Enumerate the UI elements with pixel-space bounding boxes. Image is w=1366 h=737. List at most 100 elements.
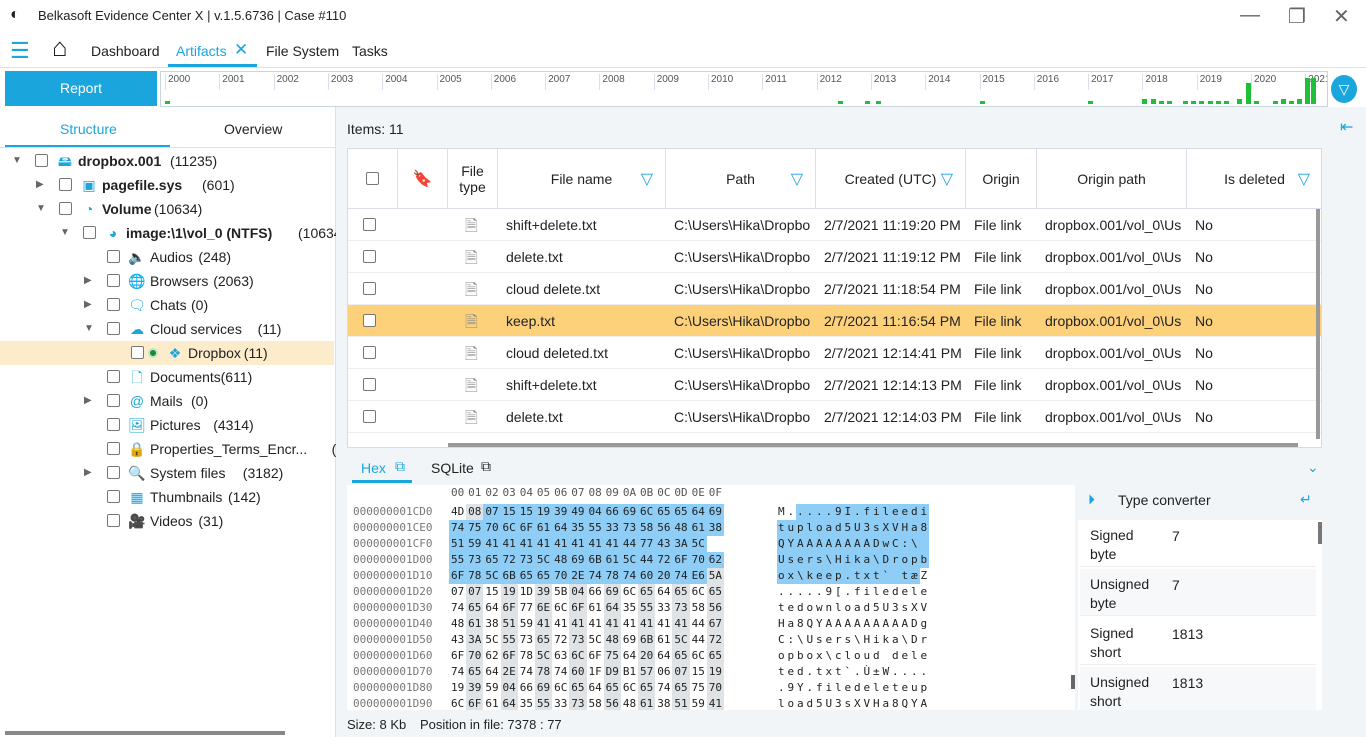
hex-byte[interactable]: 65 [638,680,656,696]
hex-byte[interactable]: 77 [518,600,535,616]
chevron-down-icon[interactable]: ▼ [60,221,70,245]
hex-byte[interactable]: 73 [672,600,690,616]
hex-byte[interactable]: 35 [621,600,638,616]
hex-ascii[interactable]: M.....9I.fileedi [778,504,930,520]
hex-byte[interactable]: 66 [603,504,621,520]
hex-byte[interactable]: 38 [706,520,724,536]
timeline-filter-button[interactable]: ▽ [1331,75,1357,103]
hex-byte[interactable]: 73 [517,552,535,568]
hex-byte[interactable]: 58 [587,696,604,710]
hex-byte[interactable]: 6F [449,568,467,584]
checkbox[interactable] [107,466,120,479]
external-link-icon[interactable]: ⧉ [395,458,405,475]
hex-byte[interactable]: 6F [449,648,466,664]
hex-ascii[interactable]: C:\Users\Hika\Dr [778,632,930,648]
hex-byte[interactable]: 19 [534,504,553,520]
hex-byte[interactable]: 55 [500,632,518,648]
hex-viewer[interactable]: 00 01 02 03 04 05 06 07 08 09 0A 0B 0C 0D 0E 0F 00000000… [347,485,1075,710]
tree-item[interactable]: 🔒Properties_Terms_Encr...(32) [0,437,357,461]
checkbox[interactable] [35,154,48,167]
hex-byte[interactable]: 73 [466,552,484,568]
hex-bytes[interactable]: 19 39 59 04 66 69 6C 65 64 65 6C 65 74 65 75 70 [449,680,724,696]
hex-ascii[interactable]: Users\Hika\Dropb [778,552,930,568]
hex-byte[interactable]: 65 [483,552,501,568]
hex-byte[interactable]: 15 [690,664,707,680]
hex-byte[interactable]: 07 [672,664,690,680]
hex-byte[interactable]: 2E [500,664,518,680]
hex-byte[interactable]: 56 [655,520,673,536]
hex-byte[interactable]: 65 [706,648,724,664]
checkbox[interactable] [107,418,120,431]
horizontal-scrollbar[interactable] [5,731,285,735]
hex-byte[interactable]: 07 [449,584,466,600]
hex-byte[interactable]: 41 [534,616,553,632]
hex-byte[interactable]: 44 [638,552,656,568]
hex-byte[interactable]: 41 [638,616,656,632]
checkbox[interactable] [83,226,96,239]
hex-byte[interactable]: 65 [466,600,484,616]
hex-byte[interactable]: 78 [534,664,553,680]
hex-byte[interactable]: 72 [655,552,673,568]
hex-byte[interactable]: 61 [689,520,707,536]
hex-byte[interactable]: 56 [603,696,621,710]
hex-byte[interactable]: 75 [466,520,484,536]
hex-ascii[interactable]: .9Y.filedeleteup [778,680,930,696]
hex-byte[interactable]: 49 [569,504,587,520]
hex-byte[interactable]: 74 [449,664,466,680]
chevron-right-icon[interactable]: ▶ [36,173,44,197]
hex-byte[interactable]: 6E [534,600,553,616]
hex-byte[interactable]: 15 [500,504,518,520]
hex-byte[interactable]: 64 [655,648,672,664]
chevron-right-icon[interactable]: ▶ [84,293,92,317]
hex-bytes[interactable]: 74 65 64 6F 77 6E 6C 6F 61 64 35 55 33 73 58 56 [449,600,724,616]
hex-byte[interactable]: 57 [638,664,656,680]
hex-byte[interactable]: 04 [586,504,604,520]
collapse-down-icon[interactable]: ⌄ [1307,459,1319,476]
chevron-right-icon[interactable]: ▶ [84,461,92,485]
hex-byte[interactable]: 6F [500,600,518,616]
hex-bytes[interactable]: 74 65 64 2E 74 78 74 60 1F D9 B1 57 06 07 15 19 [449,664,724,680]
hex-byte[interactable]: 69 [620,504,639,520]
hex-byte[interactable]: 38 [655,696,672,710]
hex-ascii[interactable]: tedownload5U3sXV [778,600,930,616]
hex-byte[interactable]: 73 [569,632,587,648]
hex-byte[interactable]: 74 [655,680,672,696]
hex-byte[interactable]: 65 [466,664,484,680]
filter-icon[interactable]: ▽ [941,169,953,189]
table-row[interactable]: 🗎 keep.txt C:\Users\Hika\Dropbo 2/7/2021 11… [348,305,1321,337]
hex-byte[interactable]: 65 [638,584,656,600]
hex-byte[interactable]: D9 [603,664,621,680]
checkbox[interactable] [107,250,120,263]
tree-item[interactable]: ▼ ◕ image:\1\vol_0 (NTFS) (10634) [0,221,346,245]
hex-byte[interactable]: 64 [552,520,570,536]
tab-overview[interactable]: Overview [224,121,282,137]
hex-byte[interactable]: 19 [449,680,466,696]
hex-byte[interactable]: 78 [518,648,535,664]
vertical-scrollbar[interactable] [1071,675,1075,689]
hex-byte[interactable]: 78 [466,568,484,584]
hex-byte[interactable]: 64 [689,504,707,520]
report-button[interactable]: Report [5,71,157,106]
hex-byte[interactable]: 77 [638,536,656,552]
hex-byte[interactable]: 59 [518,616,535,632]
hex-byte[interactable]: 5C [672,632,690,648]
hex-byte[interactable]: 06 [655,664,672,680]
hex-byte[interactable]: 5C [689,536,707,552]
table-row[interactable]: 🗎 cloud delete.txt C:\Users\Hika\Dropbo 2/7… [348,273,1321,305]
hex-byte[interactable]: 41 [586,536,604,552]
filter-icon[interactable]: ▽ [791,169,803,189]
hex-byte[interactable]: 69 [534,680,553,696]
hex-byte[interactable]: 19 [706,664,724,680]
hex-byte[interactable]: 72 [706,632,724,648]
hex-byte[interactable]: 20 [638,648,656,664]
hex-bytes[interactable]: 07 07 15 19 1D 39 5B 04 66 69 6C 65 64 65 6C 65 [449,584,724,600]
column-header[interactable]: File type [448,149,498,209]
hex-byte[interactable]: 75 [690,680,707,696]
hex-byte[interactable]: 60 [638,568,656,584]
hex-bytes[interactable]: 6F 70 62 6F 78 5C 63 6C 6F 75 64 20 64 65 6C 65 [449,648,724,664]
column-header[interactable]: Origin path [1037,149,1187,209]
close-icon[interactable]: ✕ [1333,4,1350,29]
hex-byte[interactable]: 1D [518,584,535,600]
hex-bytes[interactable]: 48 61 38 51 59 41 41 41 41 41 41 41 41 41 44 67 [449,616,724,632]
hex-byte[interactable]: 44 [690,632,707,648]
